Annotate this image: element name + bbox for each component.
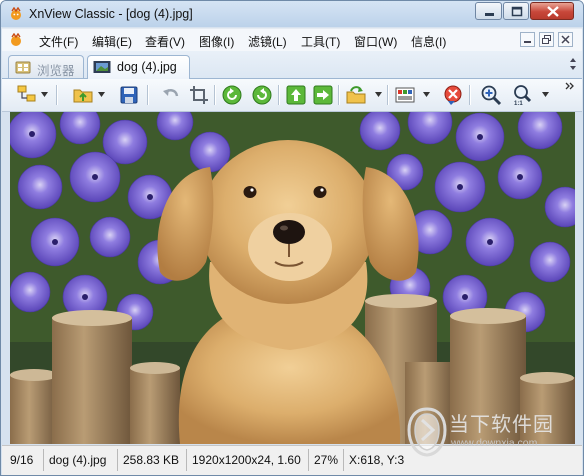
- minimize-icon: [485, 13, 494, 16]
- toolbar-separator: [338, 85, 340, 105]
- close-button[interactable]: [530, 2, 574, 20]
- chevron-down-icon[interactable]: [41, 92, 48, 97]
- toolbar-separator: [56, 85, 58, 105]
- tab-browser-label: 浏览器: [37, 64, 75, 78]
- xnview-app-icon: [11, 7, 21, 20]
- tab-image-label: dog (4).jpg: [117, 60, 177, 74]
- menu-tools[interactable]: 工具(T): [301, 33, 340, 50]
- menu-view[interactable]: 查看(V): [145, 33, 185, 50]
- filmstrip-icon: [93, 61, 111, 73]
- maximize-icon: [511, 6, 523, 17]
- undo-icon[interactable]: [160, 84, 182, 106]
- toolbar-separator: [387, 85, 389, 105]
- xnview-menu-icon[interactable]: [9, 33, 23, 47]
- previous-icon[interactable]: [285, 84, 307, 106]
- save-icon[interactable]: [118, 84, 140, 106]
- zoom-fit-icon[interactable]: 1:1: [512, 84, 534, 106]
- image-viewer[interactable]: [10, 112, 575, 444]
- watermark-url: www.downxia.com: [451, 437, 538, 449]
- rotate-left-icon[interactable]: [221, 84, 243, 106]
- app-window: XnView Classic - [dog (4).jpg] 文件(F) 编辑(…: [0, 0, 584, 476]
- crop-icon[interactable]: [188, 84, 210, 106]
- watermark-logo-icon: [407, 407, 447, 457]
- tab-scroll-arrows-icon[interactable]: [568, 56, 578, 72]
- status-filesize: 258.83 KB: [119, 449, 187, 471]
- tab-image[interactable]: dog (4).jpg: [87, 55, 190, 79]
- mdi-minimize-button[interactable]: [520, 32, 535, 47]
- status-zoom: 27%: [310, 449, 344, 471]
- open-folder-icon[interactable]: [72, 84, 94, 106]
- menu-file[interactable]: 文件(F): [39, 33, 78, 50]
- menu-filter[interactable]: 滤镜(L): [248, 33, 287, 50]
- status-dimensions: 1920x1200x24, 1.60: [188, 449, 309, 471]
- close-icon: [561, 35, 570, 44]
- browse-tree-icon[interactable]: [16, 84, 38, 106]
- menu-image[interactable]: 图像(I): [199, 33, 234, 50]
- menu-bar: 文件(F) 编辑(E) 查看(V) 图像(I) 滤镜(L) 工具(T) 窗口(W…: [2, 28, 582, 51]
- status-filename: dog (4).jpg: [45, 449, 118, 471]
- browser-icon: [15, 61, 31, 74]
- menu-edit[interactable]: 编辑(E): [92, 33, 132, 50]
- status-cursor-position: X:618, Y:3: [349, 453, 405, 467]
- chevron-down-icon[interactable]: [375, 92, 382, 97]
- chevron-down-icon[interactable]: [98, 92, 105, 97]
- restore-icon: [542, 35, 551, 44]
- minimize-icon: [524, 41, 531, 43]
- status-image-index: 9/16: [6, 449, 44, 471]
- watermark-brand: 当下软件园: [449, 412, 554, 436]
- minimize-button[interactable]: [475, 2, 502, 20]
- close-icon: [547, 6, 559, 17]
- toolbar-separator: [469, 85, 471, 105]
- tab-bar: 浏览器 dog (4).jpg: [2, 51, 582, 79]
- menu-window[interactable]: 窗口(W): [354, 33, 397, 50]
- next-icon[interactable]: [312, 84, 334, 106]
- menu-info[interactable]: 信息(I): [411, 33, 446, 50]
- toolbar-overflow-icon[interactable]: [565, 81, 575, 91]
- close-image-icon[interactable]: [442, 84, 464, 106]
- adjust-icon[interactable]: [394, 84, 416, 106]
- chevron-down-icon[interactable]: [423, 92, 430, 97]
- rotate-right-icon[interactable]: [251, 84, 273, 106]
- title-bar[interactable]: XnView Classic - [dog (4).jpg]: [1, 1, 583, 27]
- convert-icon[interactable]: [345, 84, 367, 106]
- window-title: XnView Classic - [dog (4).jpg]: [29, 7, 193, 21]
- tab-browser[interactable]: 浏览器: [8, 55, 84, 78]
- toolbar-separator: [278, 85, 280, 105]
- watermark: 当下软件园 www.downxia.com: [405, 406, 581, 458]
- mdi-restore-button[interactable]: [539, 32, 554, 47]
- svg-text:1:1: 1:1: [514, 101, 523, 106]
- toolbar-separator: [214, 85, 216, 105]
- toolbar-separator: [147, 85, 149, 105]
- toolbar: 1:1: [2, 79, 582, 112]
- dog-photo: [10, 112, 575, 444]
- maximize-button[interactable]: [503, 2, 529, 20]
- chevron-down-icon[interactable]: [542, 92, 549, 97]
- mdi-close-button[interactable]: [558, 32, 573, 47]
- zoom-in-icon[interactable]: [480, 84, 502, 106]
